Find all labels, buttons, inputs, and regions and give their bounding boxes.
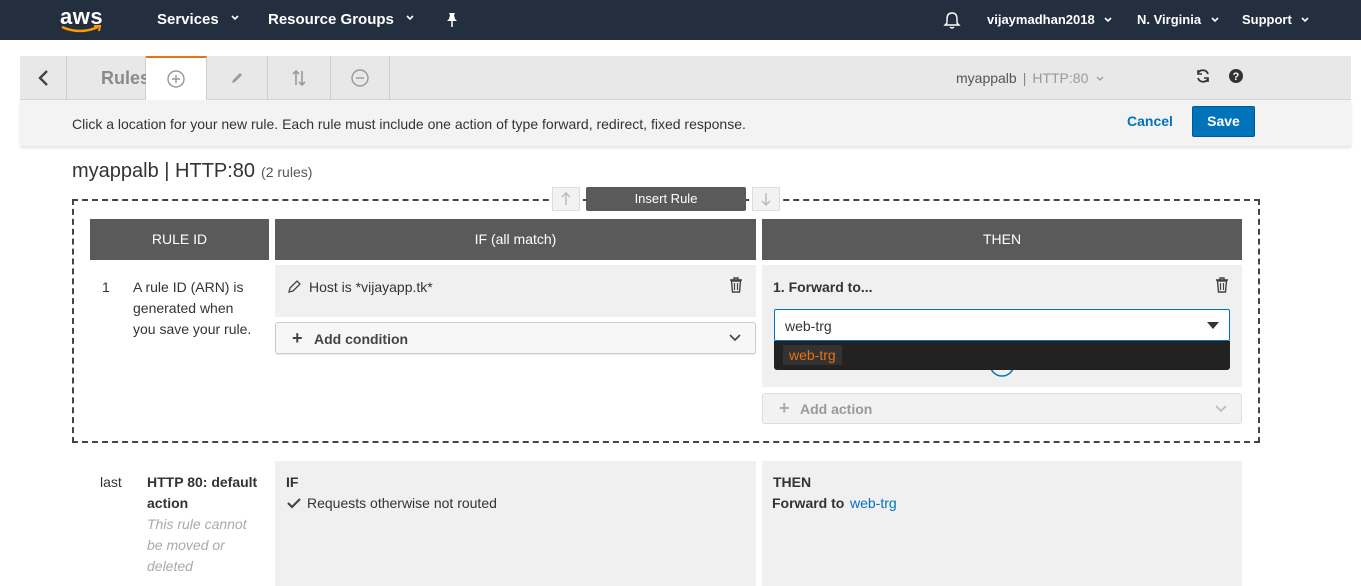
resource-groups-menu[interactable]: Resource Groups bbox=[268, 11, 414, 28]
rule-number: 1 bbox=[102, 279, 110, 295]
rule-count: (2 rules) bbox=[261, 164, 313, 180]
target-group-dropdown: web-trg bbox=[774, 341, 1230, 370]
rules-toolbar: Rules myappalb | HTTP:80 ? bbox=[20, 56, 1351, 100]
trash-icon[interactable] bbox=[729, 277, 743, 293]
support-menu[interactable]: Support bbox=[1242, 12, 1310, 27]
default-then-panel bbox=[762, 461, 1242, 586]
lb-name: myappalb bbox=[956, 70, 1017, 86]
insert-rule-button[interactable]: Insert Rule bbox=[586, 187, 746, 211]
chevron-down-icon bbox=[1104, 17, 1112, 23]
move-up-button[interactable] bbox=[552, 187, 580, 211]
back-button[interactable] bbox=[20, 56, 67, 100]
chevron-down-icon bbox=[406, 15, 414, 21]
add-condition-button[interactable]: + Add condition bbox=[275, 322, 756, 354]
aws-logo[interactable]: aws bbox=[60, 4, 104, 34]
listener-selector[interactable]: myappalb | HTTP:80 bbox=[956, 70, 1104, 86]
chevron-down-icon bbox=[729, 334, 741, 342]
forward-label: Forward to bbox=[772, 495, 845, 511]
then-label: THEN bbox=[773, 474, 812, 490]
arrow-down-icon bbox=[761, 193, 771, 207]
column-header-rule-id: RULE ID bbox=[90, 219, 269, 260]
minus-circle-icon bbox=[351, 69, 369, 87]
target-group-value: web-trg bbox=[785, 318, 832, 334]
delete-rules-button[interactable] bbox=[331, 56, 390, 100]
default-rule-name: HTTP 80: default bbox=[147, 474, 258, 490]
pin-icon[interactable] bbox=[445, 12, 459, 28]
user-menu[interactable]: vijaymadhan2018 bbox=[987, 12, 1112, 27]
rule-id-note: generated when bbox=[133, 300, 234, 316]
trash-icon[interactable] bbox=[1215, 277, 1229, 293]
default-condition-text: Requests otherwise not routed bbox=[307, 495, 497, 511]
rule-id-note: A rule ID (ARN) is bbox=[133, 279, 244, 295]
edit-rules-button[interactable] bbox=[207, 56, 268, 100]
aws-smile-icon bbox=[61, 25, 102, 33]
add-action-label: Add action bbox=[800, 401, 873, 417]
default-rule-note: be moved or bbox=[147, 537, 225, 553]
new-rule-info-bar: Click a location for your new rule. Each… bbox=[20, 100, 1351, 146]
help-icon[interactable]: ? bbox=[1228, 68, 1244, 84]
target-group-link[interactable]: web-trg bbox=[850, 495, 897, 511]
refresh-icon[interactable] bbox=[1195, 68, 1211, 84]
default-rule-name: action bbox=[147, 495, 189, 511]
listener-name: HTTP:80 bbox=[1032, 70, 1089, 86]
plus-icon: + bbox=[779, 398, 790, 418]
pencil-icon bbox=[232, 73, 242, 83]
save-button[interactable]: Save bbox=[1192, 106, 1255, 137]
rule-number: last bbox=[100, 474, 122, 490]
default-rule-note: deleted bbox=[147, 558, 193, 574]
chevron-down-icon bbox=[231, 15, 239, 21]
caret-down-icon bbox=[1207, 322, 1219, 329]
chevron-down-icon bbox=[1215, 405, 1227, 413]
pencil-icon[interactable] bbox=[288, 279, 302, 293]
chevron-left-icon bbox=[38, 70, 48, 86]
services-label: Services bbox=[157, 11, 219, 28]
check-icon bbox=[287, 498, 301, 509]
listener-title: myappalb | HTTP:80 bbox=[72, 160, 256, 182]
action-title: 1. Forward to... bbox=[773, 279, 873, 295]
add-rule-button[interactable] bbox=[146, 56, 207, 100]
region-label: N. Virginia bbox=[1137, 12, 1202, 27]
user-label: vijaymadhan2018 bbox=[987, 12, 1095, 27]
add-condition-label: Add condition bbox=[314, 331, 409, 347]
page-title: myappalb | HTTP:80 (2 rules) bbox=[72, 160, 312, 183]
plus-icon: + bbox=[292, 328, 303, 348]
services-menu[interactable]: Services bbox=[157, 11, 239, 28]
svg-text:?: ? bbox=[1233, 71, 1240, 83]
toolbar-title: Rules bbox=[101, 68, 151, 88]
column-header-then: THEN bbox=[762, 219, 1242, 260]
chevron-down-icon bbox=[1211, 17, 1219, 23]
add-action-button[interactable]: + Add action bbox=[762, 393, 1242, 424]
arrow-up-icon bbox=[561, 191, 571, 205]
reorder-rules-button[interactable] bbox=[268, 56, 331, 100]
chevron-down-icon bbox=[1301, 17, 1310, 23]
support-label: Support bbox=[1242, 12, 1292, 27]
chevron-down-icon bbox=[1096, 76, 1104, 81]
column-header-if: IF (all match) bbox=[275, 219, 756, 260]
plus-circle-icon bbox=[167, 70, 185, 88]
default-rule-note: This rule cannot bbox=[147, 516, 247, 532]
default-if-panel bbox=[275, 461, 756, 586]
cancel-button[interactable]: Cancel bbox=[1127, 113, 1173, 129]
region-menu[interactable]: N. Virginia bbox=[1137, 12, 1219, 27]
sort-arrows-icon bbox=[292, 69, 306, 87]
condition-text: Host is *vijayapp.tk* bbox=[309, 279, 433, 295]
if-label: IF bbox=[286, 474, 299, 490]
bell-icon[interactable] bbox=[943, 11, 961, 30]
move-down-button[interactable] bbox=[752, 187, 780, 211]
rule-id-note: you save your rule. bbox=[133, 321, 252, 337]
target-group-select[interactable]: web-trg bbox=[774, 309, 1230, 341]
resource-groups-label: Resource Groups bbox=[268, 11, 394, 28]
top-navigation-bar: aws Services Resource Groups vijaymadhan… bbox=[0, 0, 1361, 40]
dropdown-option[interactable]: web-trg bbox=[783, 345, 842, 365]
info-message: Click a location for your new rule. Each… bbox=[72, 116, 746, 132]
